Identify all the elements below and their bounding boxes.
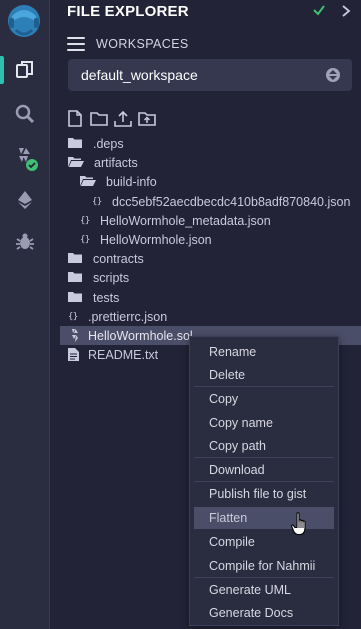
menu-divider <box>194 457 334 458</box>
solidity-compiler-icon[interactable] <box>0 138 50 178</box>
file-explorer-icon[interactable] <box>0 50 50 90</box>
menu-item-generate-docs[interactable]: Generate Docs <box>194 602 334 624</box>
menu-divider <box>194 481 334 482</box>
remix-logo-icon[interactable] <box>3 2 45 42</box>
workspace-select[interactable]: default_workspace <box>68 59 352 91</box>
hand-cursor-icon <box>291 512 311 541</box>
tree-item-label: .prettierrc.json <box>88 309 168 324</box>
tree-item-label: scripts <box>93 271 130 286</box>
upload-file-icon[interactable] <box>114 109 132 127</box>
panel-title: FILE EXPLORER <box>67 3 189 20</box>
tree-item-label: HelloWormhole.sol <box>88 328 193 343</box>
folder-icon <box>68 137 82 152</box>
workspaces-label: WORKSPACES <box>96 37 189 51</box>
file-toolbar <box>66 109 156 129</box>
folder-icon <box>68 252 82 267</box>
file-tree: .deps artifacts build-info {} dcc5ebf52a… <box>51 134 361 364</box>
new-folder-icon[interactable] <box>90 109 108 127</box>
tree-item-prettierrc[interactable]: {} .prettierrc.json <box>51 307 361 326</box>
new-file-icon[interactable] <box>66 109 84 127</box>
upload-folder-icon[interactable] <box>138 109 156 127</box>
debugger-icon[interactable] <box>0 222 50 262</box>
workspaces-row: WORKSPACES <box>51 34 361 54</box>
tree-item-tests[interactable]: tests <box>51 288 361 307</box>
activity-bar <box>0 0 50 629</box>
chevron-right-icon[interactable] <box>341 4 351 22</box>
menu-item-publish-gist[interactable]: Publish file to gist <box>194 483 334 505</box>
tree-item-deps[interactable]: .deps <box>51 134 361 153</box>
menu-item-compile-nahmii[interactable]: Compile for Nahmii <box>194 555 334 577</box>
folder-open-icon <box>80 175 96 190</box>
tree-item-label: dcc5ebf52aecdbecdc410b8adf870840.json <box>112 194 351 209</box>
tree-item-scripts[interactable]: scripts <box>51 268 361 287</box>
deploy-run-icon[interactable] <box>0 180 50 220</box>
tree-item-label: build-info <box>106 175 157 190</box>
menu-item-copy[interactable]: Copy <box>194 388 334 410</box>
panel-header: FILE EXPLORER <box>51 0 361 26</box>
menu-divider <box>194 386 334 387</box>
menu-item-copy-name[interactable]: Copy name <box>194 412 334 434</box>
tree-item-label: README.txt <box>88 348 159 363</box>
tree-item-hellowormhole-json[interactable]: {} HelloWormhole.json <box>51 230 361 249</box>
folder-icon <box>68 271 82 286</box>
tree-item-label: contracts <box>93 252 144 267</box>
tree-item-build-info[interactable]: build-info <box>51 172 361 191</box>
solidity-file-icon <box>70 328 80 345</box>
hamburger-menu-icon[interactable] <box>67 37 85 51</box>
json-file-icon: {} <box>68 311 78 322</box>
tree-item-metadata-json[interactable]: {} HelloWormhole_metadata.json <box>51 211 361 230</box>
menu-item-generate-uml[interactable]: Generate UML <box>194 579 334 601</box>
tree-item-label: tests <box>93 290 120 305</box>
tree-item-label: artifacts <box>94 156 138 171</box>
json-file-icon: {} <box>80 234 90 245</box>
menu-item-compile[interactable]: Compile <box>194 531 334 553</box>
tree-item-artifacts[interactable]: artifacts <box>51 153 361 172</box>
json-file-icon: {} <box>92 196 102 207</box>
tree-item-label: .deps <box>93 137 124 151</box>
menu-item-download[interactable]: Download <box>194 459 334 481</box>
menu-item-rename[interactable]: Rename <box>194 341 334 363</box>
text-file-icon <box>68 348 79 364</box>
menu-divider <box>194 577 334 578</box>
tree-item-contracts[interactable]: contracts <box>51 249 361 268</box>
tree-item-label: HelloWormhole_metadata.json <box>100 213 271 228</box>
search-icon[interactable] <box>0 94 50 134</box>
menu-item-flatten[interactable]: Flatten <box>194 507 334 529</box>
tree-item-build-info-json[interactable]: {} dcc5ebf52aecdbecdc410b8adf870840.json <box>51 192 361 211</box>
workspace-select-value: default_workspace <box>81 67 198 83</box>
context-menu: Rename Delete Copy Copy name Copy path D… <box>189 336 339 626</box>
select-arrows-icon <box>326 68 340 82</box>
check-icon <box>312 3 326 22</box>
tree-item-label: HelloWormhole.json <box>100 232 212 247</box>
folder-open-icon <box>68 156 84 171</box>
menu-item-delete[interactable]: Delete <box>194 364 334 386</box>
menu-item-copy-path[interactable]: Copy path <box>194 435 334 457</box>
folder-icon <box>68 291 82 306</box>
json-file-icon: {} <box>80 215 90 226</box>
